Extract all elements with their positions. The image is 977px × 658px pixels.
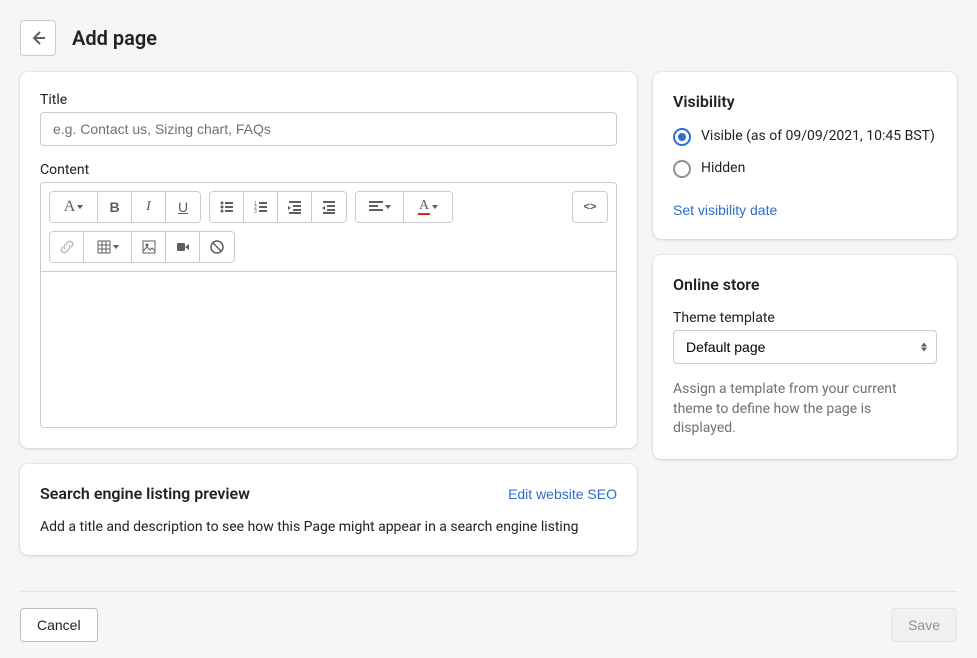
seo-heading: Search engine listing preview — [40, 484, 250, 503]
underline-button[interactable]: U — [166, 192, 200, 222]
align-icon — [369, 200, 383, 214]
clear-icon — [209, 239, 225, 255]
font-icon: A — [64, 198, 76, 216]
visibility-option-hidden[interactable]: Hidden — [673, 159, 937, 179]
video-icon — [175, 239, 191, 255]
video-button[interactable] — [166, 232, 200, 262]
italic-icon: I — [146, 199, 151, 215]
bullet-list-icon — [219, 199, 235, 215]
template-label: Theme template — [673, 310, 937, 326]
indent-icon — [321, 199, 337, 215]
set-visibility-date-link[interactable]: Set visibility date — [673, 202, 777, 218]
theme-template-select[interactable]: Default page — [673, 330, 937, 364]
seo-card: Search engine listing preview Edit websi… — [20, 464, 637, 555]
template-help-text: Assign a template from your current them… — [673, 380, 937, 439]
seo-hint: Add a title and description to see how t… — [40, 519, 617, 535]
text-color-icon: A — [418, 199, 430, 215]
indent-button[interactable] — [312, 192, 346, 222]
bullet-list-button[interactable] — [210, 192, 244, 222]
title-input[interactable] — [40, 112, 617, 146]
numbered-list-button[interactable]: 123 — [244, 192, 278, 222]
page-details-card: Title Content A B I U — [20, 72, 637, 448]
font-style-dropdown[interactable]: A — [50, 192, 98, 222]
online-store-card: Online store Theme template Default page… — [653, 255, 957, 459]
numbered-list-icon: 123 — [253, 199, 269, 215]
page-title: Add page — [72, 26, 157, 50]
online-store-heading: Online store — [673, 275, 937, 294]
outdent-button[interactable] — [278, 192, 312, 222]
code-icon: <> — [584, 201, 597, 213]
visibility-option-visible[interactable]: Visible (as of 09/09/2021, 10:45 BST) — [673, 127, 937, 147]
radio-checked-icon — [673, 128, 691, 146]
cancel-button[interactable]: Cancel — [20, 608, 98, 642]
html-button[interactable]: <> — [573, 192, 607, 222]
back-button[interactable] — [20, 20, 56, 56]
text-color-dropdown[interactable]: A — [404, 192, 452, 222]
chevron-down-icon — [113, 245, 119, 249]
radio-label: Hidden — [701, 159, 745, 179]
radio-unchecked-icon — [673, 160, 691, 178]
underline-icon: U — [178, 199, 188, 215]
clear-format-button[interactable] — [200, 232, 234, 262]
bold-button[interactable]: B — [98, 192, 132, 222]
radio-label: Visible (as of 09/09/2021, 10:45 BST) — [701, 127, 935, 147]
outdent-icon — [287, 199, 303, 215]
italic-button[interactable]: I — [132, 192, 166, 222]
chevron-down-icon — [432, 205, 438, 209]
save-button[interactable]: Save — [891, 608, 957, 642]
link-button[interactable] — [50, 232, 84, 262]
image-icon — [141, 239, 157, 255]
link-icon — [59, 239, 75, 255]
image-button[interactable] — [132, 232, 166, 262]
visibility-card: Visibility Visible (as of 09/09/2021, 10… — [653, 72, 957, 239]
title-label: Title — [40, 92, 617, 108]
table-icon — [97, 240, 111, 254]
visibility-heading: Visibility — [673, 92, 937, 111]
svg-text:3: 3 — [254, 209, 257, 215]
align-dropdown[interactable] — [356, 192, 404, 222]
editor-toolbar: A B I U 123 — [40, 182, 617, 272]
chevron-down-icon — [385, 205, 391, 209]
arrow-left-icon — [28, 28, 48, 48]
content-label: Content — [40, 162, 617, 178]
table-dropdown[interactable] — [84, 232, 132, 262]
edit-seo-link[interactable]: Edit website SEO — [508, 486, 617, 502]
chevron-down-icon — [77, 205, 83, 209]
bold-icon: B — [109, 199, 119, 215]
content-editor[interactable] — [40, 272, 617, 428]
